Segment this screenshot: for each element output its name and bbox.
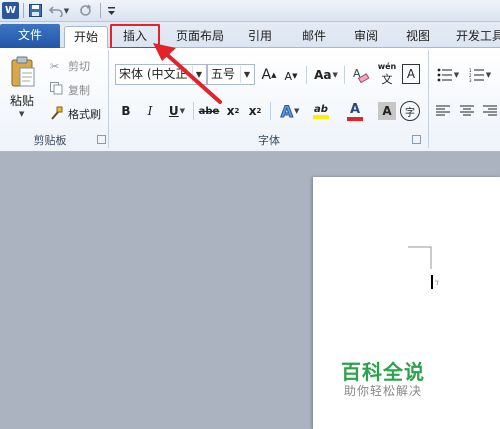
annotation-arrow [153,43,222,104]
